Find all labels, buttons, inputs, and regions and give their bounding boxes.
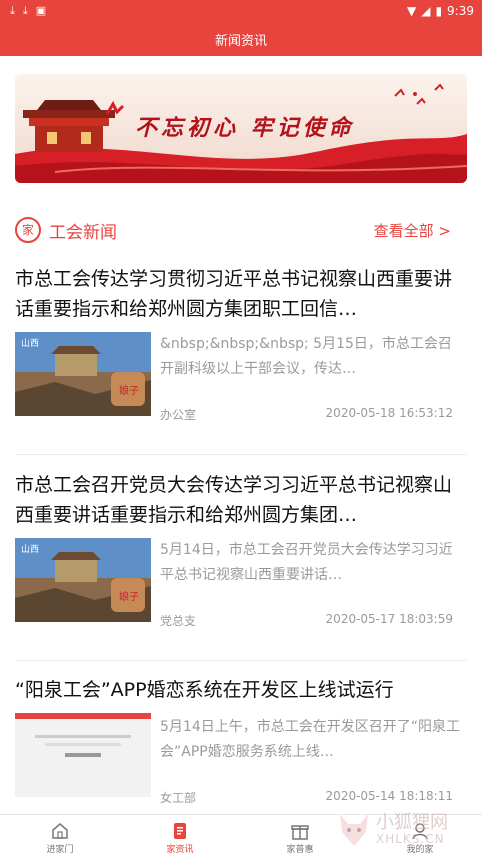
tab-news[interactable]: 家资讯 [120, 815, 240, 856]
news-title: 市总工会召开党员大会传达学习习近平总书记视察山西重要讲话重要指示和给郑州圆方集团… [15, 474, 453, 526]
page-title: 新闻资讯 [214, 34, 267, 49]
news-title: 市总工会传达学习贯彻习近平总书记视察山西重要讲话重要指示和给郑州圆方集团职工回信… [15, 268, 453, 320]
wifi-icon: ▼ [406, 4, 417, 18]
status-time: 9:39 [447, 4, 474, 18]
watermark-text: 小狐狸网 [376, 812, 448, 833]
watermark-domain: XHLKS.CN [376, 832, 445, 846]
section-header: 家 工会新闻 查看全部 > [15, 214, 467, 246]
news-thumbnail: 娘子 山西 [15, 538, 151, 622]
svg-text:山西: 山西 [21, 544, 39, 555]
news-timestamp: 2020-05-18 16:53:12 [325, 406, 453, 420]
tab-label: 进家门 [46, 845, 74, 855]
view-all-link[interactable]: 查看全部 > [374, 220, 451, 241]
gift-icon [291, 825, 309, 840]
news-thumbnail: 娘子 山西 [15, 332, 151, 416]
fox-logo-icon [340, 814, 368, 846]
home-icon [52, 823, 68, 839]
news-department: 女工部 [160, 791, 197, 805]
download-icon: ⤓ [10, 4, 15, 17]
app-bar: 新闻资讯 [0, 22, 482, 56]
news-item[interactable]: “阳泉工会”APP婚恋系统在开发区上线试运行 5月14日上午，市总工会在开发区召… [15, 675, 467, 811]
news-item[interactable]: 市总工会召开党员大会传达学习习近平总书记视察山西重要讲话重要指示和给郑州圆方集团… [15, 470, 467, 650]
union-logo-icon: 家 [15, 217, 41, 243]
svg-text:娘子: 娘子 [119, 590, 139, 603]
news-department: 党总支 [160, 614, 197, 628]
signal-icon: ◢ [421, 4, 431, 18]
section-title: 工会新闻 [49, 223, 117, 243]
battery-icon: ▮ [435, 4, 443, 18]
news-item[interactable]: 市总工会传达学习贯彻习近平总书记视察山西重要讲话重要指示和给郑州圆方集团职工回信… [15, 264, 467, 444]
news-icon [174, 823, 186, 839]
banner-image[interactable]: 不忘初心 牢记使命 [15, 74, 467, 183]
news-summary: 5月14日，市总工会召开党员大会传达学习习近平总书记视察山西重要讲话… [160, 542, 453, 583]
tab-home[interactable]: 进家门 [0, 815, 120, 856]
divider [15, 660, 467, 661]
news-department: 办公室 [160, 408, 197, 422]
news-title: “阳泉工会”APP婚恋系统在开发区上线试运行 [15, 679, 394, 701]
watermark: 小狐狸网 XHLKS.CN [336, 808, 476, 852]
news-timestamp: 2020-05-17 18:03:59 [325, 612, 453, 626]
notification-icon: ▣ [35, 4, 47, 17]
banner-slogan: 不忘初心 牢记使命 [135, 115, 355, 141]
news-summary: 5月14日上午，市总工会在开发区召开了“阳泉工会”APP婚恋服务系统上线… [160, 719, 460, 760]
news-thumbnail [15, 713, 151, 797]
svg-text:娘子: 娘子 [119, 384, 139, 397]
tab-label: 家资讯 [166, 845, 194, 855]
news-summary: &nbsp;&nbsp;&nbsp; 5月15日，市总工会召开副科级以上干部会议… [160, 336, 452, 377]
status-bar: ⤓ ⤓ ▣ ▼ ◢ ▮ 9:39 [0, 0, 482, 22]
divider [15, 454, 467, 455]
download-icon: ⤓ [22, 4, 28, 17]
news-timestamp: 2020-05-14 18:18:11 [325, 789, 453, 803]
svg-text:山西: 山西 [21, 338, 39, 349]
